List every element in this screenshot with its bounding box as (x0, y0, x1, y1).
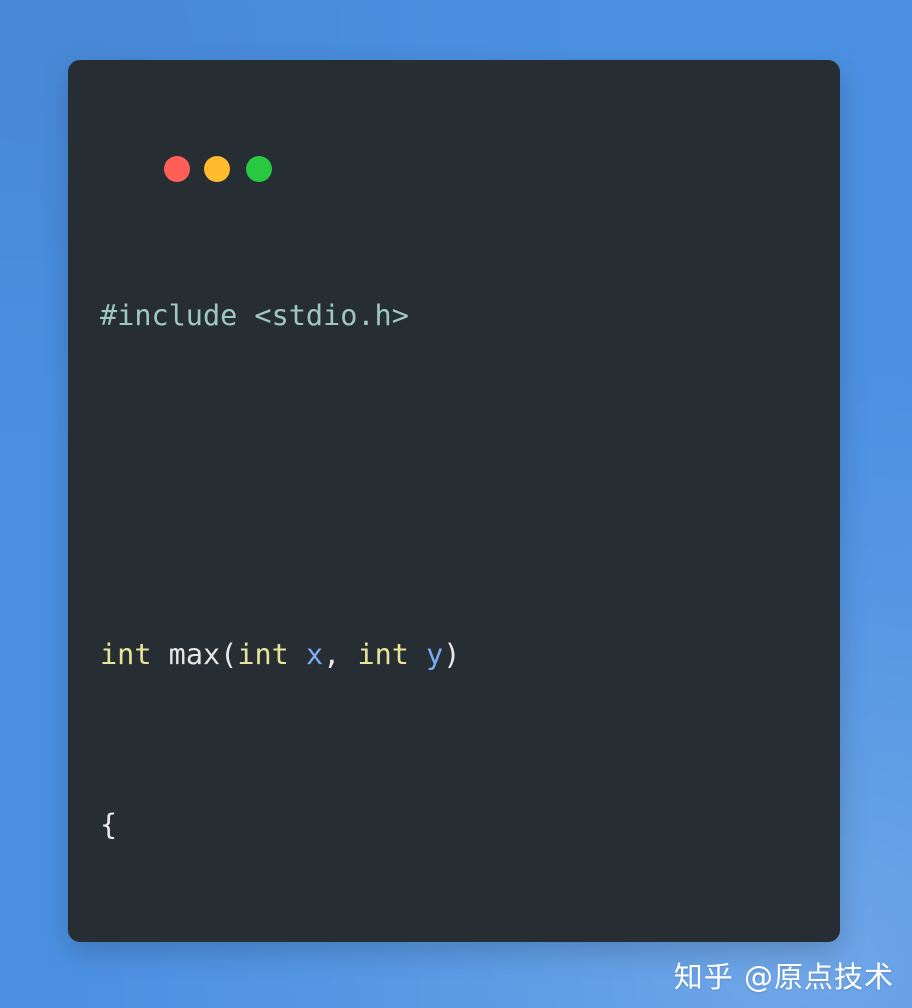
code-line-max-open-brace: { (100, 804, 840, 846)
keyword-int: int (100, 638, 152, 672)
window-titlebar (68, 60, 840, 182)
code-block: #include <stdio.h> int max(int x, int y)… (100, 168, 840, 942)
comma: , (323, 638, 358, 672)
paren-open: ( (220, 638, 238, 672)
brace-open: { (100, 808, 118, 842)
code-line-include: #include <stdio.h> (100, 295, 840, 337)
param-x: x (305, 638, 324, 672)
param-y: y (426, 638, 444, 672)
include-directive: #include <stdio.h> (100, 299, 409, 333)
watermark-text: 知乎 @原点技术 (673, 960, 894, 994)
paren-close: ) (443, 638, 461, 672)
code-line-max-signature: int max(int x, int y) (100, 634, 840, 676)
code-window-card: #include <stdio.h> int max(int x, int y)… (68, 60, 840, 942)
function-name-max: max (168, 638, 221, 672)
keyword-int: int (357, 638, 409, 672)
keyword-int: int (237, 638, 289, 672)
